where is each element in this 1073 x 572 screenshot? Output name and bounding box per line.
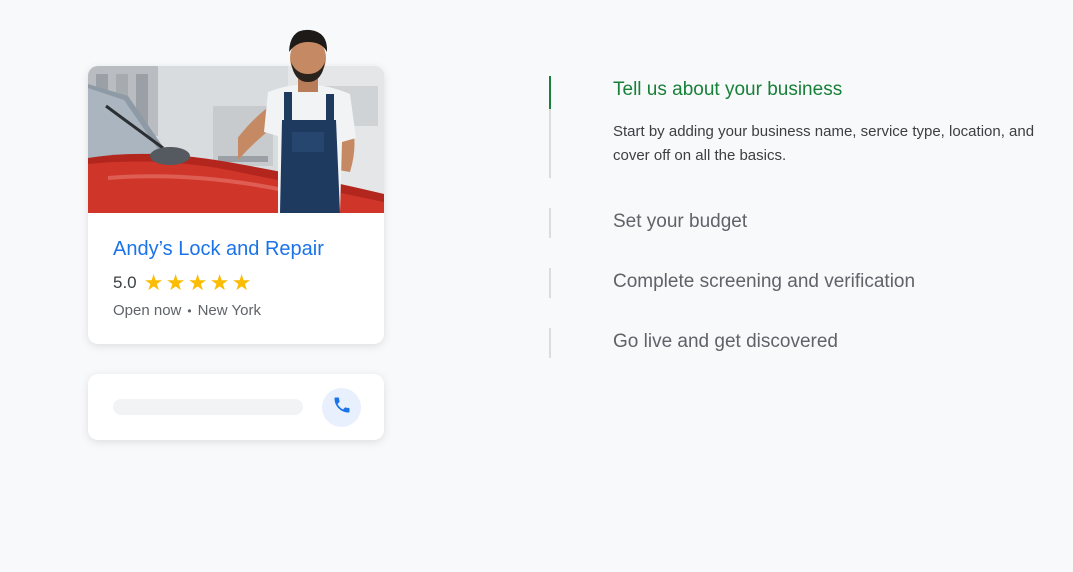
open-status: Open now <box>113 302 182 319</box>
step-description: Start by adding your business name, serv… <box>613 123 1035 164</box>
step-indicator <box>549 328 551 358</box>
status-row: Open now • New York <box>113 302 261 319</box>
step-indicator <box>549 268 551 298</box>
placeholder-bar <box>113 399 303 415</box>
call-button[interactable] <box>322 388 361 427</box>
star-rating: ★ ★ ★ ★ ★ <box>143 272 253 294</box>
step-title: Tell us about your business <box>613 79 843 100</box>
rating-value: 5.0 <box>113 273 137 292</box>
business-location: New York <box>197 302 261 319</box>
step-title: Set your budget <box>613 211 748 232</box>
star-icon: ★ <box>231 270 252 295</box>
business-name[interactable]: Andy’s Lock and Repair <box>113 238 324 261</box>
separator-dot: • <box>187 303 192 318</box>
star-icon: ★ <box>143 270 164 295</box>
step-indicator-active <box>549 76 551 109</box>
step-title: Go live and get discovered <box>613 331 838 352</box>
call-card <box>88 374 384 440</box>
step-indicator <box>549 208 551 238</box>
star-icon: ★ <box>187 270 208 295</box>
mechanic-figure <box>238 20 378 213</box>
star-icon: ★ <box>209 270 230 295</box>
rating-row: 5.0 ★ ★ ★ ★ ★ <box>113 272 253 294</box>
phone-icon <box>332 395 352 420</box>
step-title: Complete screening and verification <box>613 271 916 292</box>
step-indicator <box>549 109 551 178</box>
business-card: Andy’s Lock and Repair 5.0 ★ ★ ★ ★ ★ Ope… <box>88 29 384 344</box>
star-icon: ★ <box>165 270 186 295</box>
page: Andy’s Lock and Repair 5.0 ★ ★ ★ ★ ★ Ope… <box>0 0 1073 572</box>
